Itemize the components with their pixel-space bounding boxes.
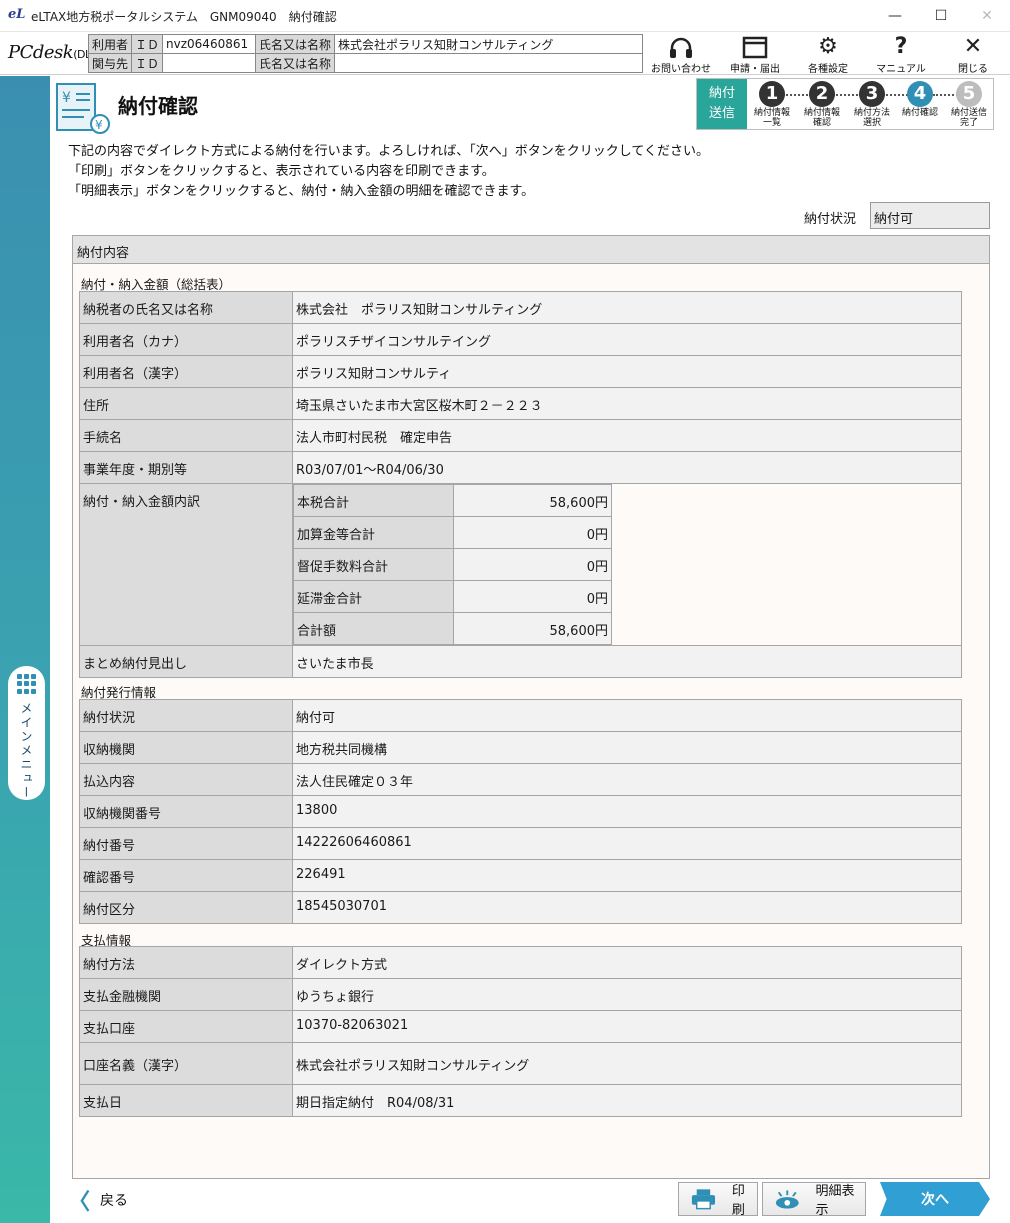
table-row: 納付区分 18545030701 — [79, 891, 962, 924]
client-name-label: 氏名又は名称 — [255, 53, 336, 73]
breakdown-row: 納付・納入金額内訳 本税合計 58,600円 加算金等合計 0円 督促手数料合計 0円… — [79, 483, 962, 646]
client-name-value — [334, 53, 644, 73]
title-bar: eL eLTAX地方税ポータルシステム GNM09040 納付確認 — ☐ ✕ — [0, 0, 1010, 32]
manual-button[interactable]: ? マニュアル — [866, 32, 936, 75]
table-row: 口座名義（漢字） 株式会社ポラリス知財コンサルティング — [79, 1042, 962, 1085]
table-row: 納税者の氏名又は名称 株式会社 ポラリス知財コンサルティング — [79, 291, 962, 324]
user-id-label: ＩＤ — [131, 34, 164, 54]
product-name: PCdesk — [8, 42, 74, 63]
table-row: まとめ納付見出し さいたま市長 — [79, 645, 962, 678]
application-button[interactable]: 申請・届出 — [720, 32, 790, 75]
table-row: 合計額 58,600円 — [293, 612, 612, 645]
table-row: 納付番号 14222606460861 — [79, 827, 962, 860]
payment-document-icon: ¥ ¥ — [56, 83, 110, 134]
printer-icon — [691, 1189, 716, 1210]
breakdown-table: 本税合計 58,600円 加算金等合計 0円 督促手数料合計 0円 延滞金合計 0円 合… — [293, 484, 612, 645]
instructions: 下記の内容でダイレクト方式による納付を行います。よろしければ、「次へ」ボタンをク… — [68, 142, 709, 202]
table-row: 収納機関 地方税共同機構 — [79, 731, 962, 764]
issue-table: 納付状況 納付可 収納機関 地方税共同機構 払込内容 法人住民確定０３年 収納機関番号… — [79, 699, 962, 924]
table-row: 事業年度・期別等 R03/07/01～R04/06/30 — [79, 451, 962, 484]
instruction-line: 下記の内容でダイレクト方式による納付を行います。よろしければ、「次へ」ボタンをク… — [68, 144, 710, 159]
app-close-label: 閉じる — [958, 64, 988, 75]
step-3: 3 納付方法 選択 — [853, 81, 890, 128]
step-4: 4 納付確認 — [901, 81, 938, 118]
summary-table: 納税者の氏名又は名称 株式会社 ポラリス知財コンサルティング 利用者名（カナ） ポラ… — [79, 291, 962, 678]
user-name-label: 氏名又は名称 — [255, 34, 336, 54]
gear-icon: ⚙ — [818, 34, 838, 59]
table-row: 収納機関番号 13800 — [79, 795, 962, 828]
window-icon — [742, 36, 768, 59]
step-5: 5 納付送信 完了 — [950, 81, 987, 128]
chevron-left-icon: 〈 — [68, 1190, 91, 1215]
table-row: 手続名 法人市町村民税 確定申告 — [79, 419, 962, 452]
app-header: PCdesk(DL版) 利用者 ＩＤ nvz06460861 氏名又は名称 株式… — [0, 32, 1010, 75]
print-button[interactable]: 印刷 — [678, 1182, 758, 1218]
user-label: 利用者 — [87, 34, 133, 54]
next-button[interactable]: 次へ — [880, 1182, 990, 1216]
headset-icon — [670, 37, 692, 58]
svg-text:¥: ¥ — [95, 118, 103, 132]
client-id-label: ＩＤ — [131, 53, 164, 73]
page-title: 納付確認 — [118, 94, 198, 118]
table-row: 確認番号 226491 — [79, 859, 962, 892]
user-row: 利用者 ＩＤ nvz06460861 氏名又は名称 株式会社ポラリス知財コンサル… — [87, 34, 644, 54]
status-label: 納付状況 — [804, 212, 857, 227]
settings-button[interactable]: ⚙ 各種設定 — [793, 32, 863, 75]
contact-button[interactable]: お問い合わせ — [646, 32, 716, 75]
client-id-value — [162, 53, 257, 73]
table-row: 利用者名（漢字） ポラリス知財コンサルティ — [79, 355, 962, 388]
table-row: 支払口座 10370-82063021 — [79, 1010, 962, 1043]
step-2: 2 納付情報 確認 — [803, 81, 840, 128]
app-close-button[interactable]: ✕ 閉じる — [938, 32, 1008, 75]
instruction-line: 「印刷」ボタンをクリックすると、表示されている内容を印刷できます。 — [68, 164, 495, 179]
back-label: 戻る — [100, 1193, 129, 1209]
eye-icon — [775, 1190, 799, 1209]
table-row: 支払金融機関 ゆうちょ銀行 — [79, 978, 962, 1011]
table-row: 払込内容 法人住民確定０３年 — [79, 763, 962, 796]
window-close-button[interactable]: ✕ — [964, 0, 1010, 32]
table-row: 利用者名（カナ） ポラリスチザイコンサルテイング — [79, 323, 962, 356]
main-content: ¥ ¥ 納付確認 納付 送信 1 納付情報 一覧 2 納付情報 確認 3 納付方… — [50, 76, 1010, 1223]
client-row: 関与先 ＩＤ 氏名又は名称 — [87, 53, 644, 73]
back-button[interactable]: 〈 戻る — [68, 1184, 128, 1216]
user-info-table: 利用者 ＩＤ nvz06460861 氏名又は名称 株式会社ポラリス知財コンサル… — [87, 34, 644, 73]
panel-title: 納付内容 — [73, 236, 989, 264]
payment-table: 納付方法 ダイレクト方式 支払金融機関 ゆうちょ銀行 支払口座 10370-82063… — [79, 946, 962, 1117]
table-row: 納付状況 納付可 — [79, 699, 962, 732]
question-icon: ? — [894, 34, 908, 59]
window-title: eLTAX地方税ポータルシステム GNM09040 納付確認 — [31, 10, 337, 24]
table-row: 納付方法 ダイレクト方式 — [79, 946, 962, 979]
close-icon: ✕ — [963, 34, 983, 59]
print-label: 印刷 — [731, 1184, 745, 1218]
maximize-button[interactable]: ☐ — [918, 0, 964, 32]
left-sidebar: メインメニュー — [0, 76, 50, 1223]
minimize-button[interactable]: — — [872, 0, 918, 32]
progress-stepper: 納付 送信 1 納付情報 一覧 2 納付情報 確認 3 納付方法 選択 4 納付… — [696, 78, 994, 130]
user-id-value: nvz06460861 — [162, 34, 257, 54]
table-row: 住所 埼玉県さいたま市大宮区桜木町２－２２３ — [79, 387, 962, 420]
table-row: 督促手数料合計 0円 — [293, 548, 612, 581]
client-label: 関与先 — [87, 53, 133, 73]
instruction-line: 「明細表示」ボタンをクリックすると、納付・納入金額の明細を確認できます。 — [68, 184, 535, 199]
application-label: 申請・届出 — [730, 64, 780, 75]
main-menu-label: メインメニュー — [19, 702, 33, 800]
user-name-value: 株式会社ポラリス知財コンサルティング — [334, 34, 644, 54]
grid-menu-icon — [16, 674, 37, 694]
table-row: 支払日 期日指定納付 R04/08/31 — [79, 1084, 962, 1117]
detail-display-button[interactable]: 明細表示 — [762, 1182, 866, 1218]
table-row: 加算金等合計 0円 — [293, 516, 612, 549]
stepper-phase-label: 納付 送信 — [697, 79, 747, 129]
settings-label: 各種設定 — [808, 64, 848, 75]
step-1: 1 納付情報 一覧 — [753, 81, 790, 128]
table-row: 本税合計 58,600円 — [293, 484, 612, 517]
manual-label: マニュアル — [876, 64, 926, 75]
main-menu-button[interactable]: メインメニュー — [8, 666, 45, 800]
contact-label: お問い合わせ — [651, 64, 711, 75]
eltax-logo-icon: eL — [8, 7, 26, 22]
payment-content-panel: 納付内容 納付・納入金額（総括表） 納税者の氏名又は名称 株式会社 ポラリス知財コ… — [72, 235, 990, 1179]
table-row: 延滞金合計 0円 — [293, 580, 612, 613]
svg-text:¥: ¥ — [62, 90, 71, 106]
status-value: 納付可 — [870, 202, 990, 229]
detail-display-label: 明細表示 — [815, 1184, 855, 1218]
